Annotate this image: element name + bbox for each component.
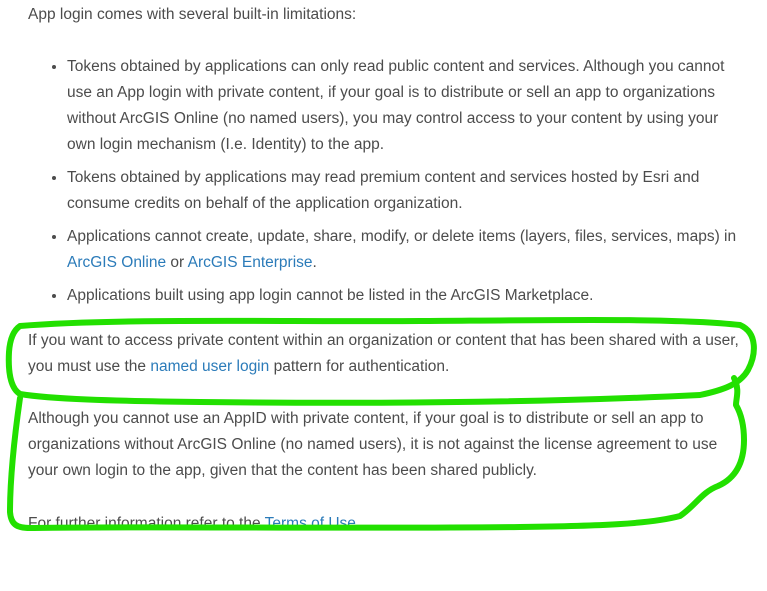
named-user-paragraph: If you want to access private content wi…	[28, 328, 740, 380]
list-item-text: .	[312, 254, 317, 271]
document-content: App login comes with several built-in li…	[28, 2, 740, 537]
terms-of-use-link[interactable]: Terms of Use	[265, 515, 356, 532]
list-item: Tokens obtained by applications may read…	[67, 165, 740, 217]
arcgis-enterprise-link[interactable]: ArcGIS Enterprise	[188, 254, 313, 271]
list-item: Applications cannot create, update, shar…	[67, 224, 740, 276]
named-user-login-link[interactable]: named user login	[150, 358, 269, 375]
further-info-paragraph: For further information refer to the Ter…	[28, 511, 740, 537]
list-item: Applications built using app login canno…	[67, 283, 740, 309]
arcgis-online-link[interactable]: ArcGIS Online	[67, 254, 166, 271]
list-item: Tokens obtained by applications can only…	[67, 54, 740, 158]
paragraph-text: .	[355, 515, 361, 532]
paragraph-text: For further information refer to the	[28, 515, 265, 532]
appid-paragraph: Although you cannot use an AppID with pr…	[28, 410, 718, 479]
paragraph-text: pattern for authentication.	[269, 358, 450, 375]
list-item-text: or	[166, 254, 188, 271]
limitations-list: Tokens obtained by applications can only…	[28, 54, 740, 309]
list-item-text: Applications cannot create, update, shar…	[67, 228, 737, 245]
intro-text: App login comes with several built-in li…	[28, 6, 357, 23]
